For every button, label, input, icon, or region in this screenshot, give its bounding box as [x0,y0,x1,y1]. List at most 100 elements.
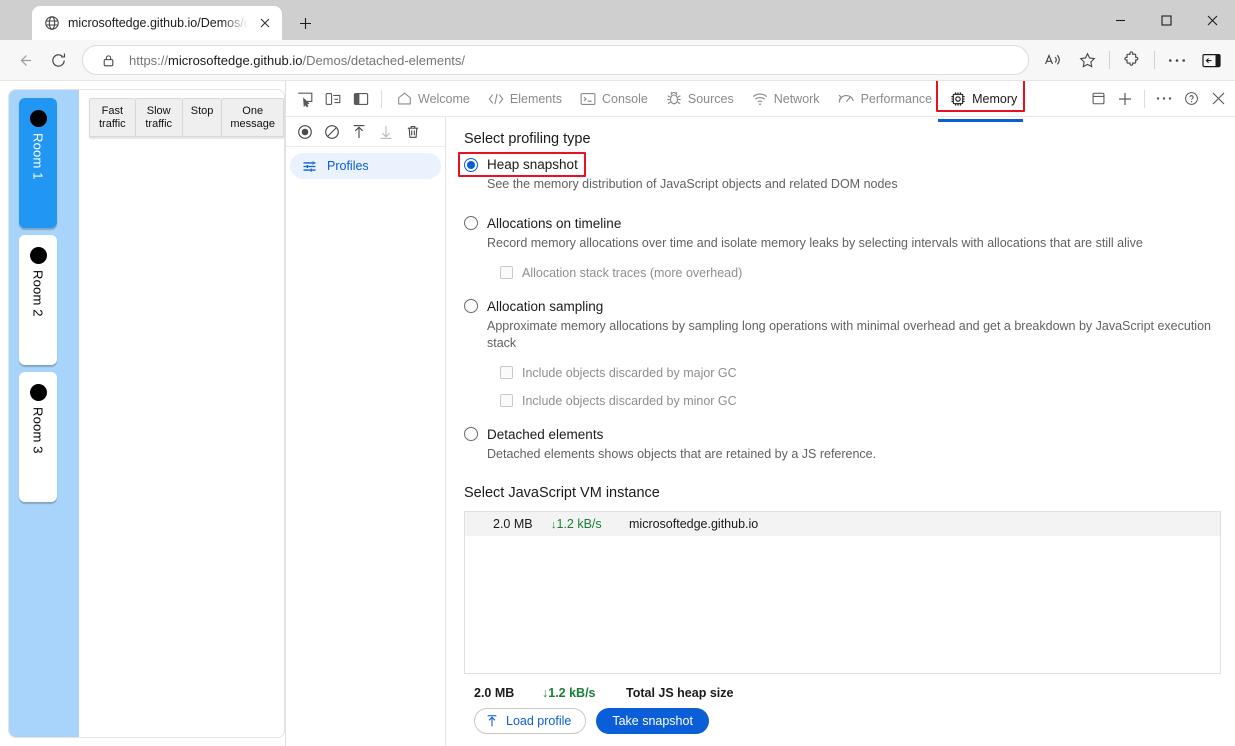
option-description: Record memory allocations over time and … [487,235,1143,250]
vm-transfer-rate: ↓1.2 kB/s [551,517,629,531]
tab-label: Memory [972,91,1018,106]
room-status-dot-icon [29,247,47,264]
room-tab-3[interactable]: Room 3 [19,372,57,502]
close-devtools-icon[interactable] [1205,86,1231,112]
navigation-toolbar: https://microsoftedge.github.io/Demos/de… [0,40,1235,80]
window-controls [1097,0,1235,40]
room-tab-2[interactable]: Room 2 [19,235,57,365]
inspect-cookies-icon[interactable] [1085,86,1111,112]
option-detached-elements[interactable]: Detached elements Detached elements show… [464,427,1221,463]
fast-traffic-button[interactable]: Fast traffic [89,98,135,138]
add-panel-plus-icon[interactable] [1112,86,1138,112]
vm-instance-row[interactable]: 2.0 MB ↓1.2 kB/s microsoftedge.github.io [465,512,1220,537]
tab-performance[interactable]: Performance [830,85,941,113]
option-row[interactable]: Detached elements [464,427,1221,442]
room-tab-label: Room 1 [30,133,46,180]
option-allocation-sampling[interactable]: Allocation sampling Approximate memory a… [464,299,1221,408]
device-toolbar-icon[interactable] [320,86,346,112]
memory-panel: Profiles Select profiling type Heap snap… [286,117,1235,746]
tab-welcome[interactable]: Welcome [389,85,478,113]
console-terminal-icon [580,92,596,106]
tab-sources[interactable]: Sources [658,85,742,113]
room-status-dot-icon [29,384,47,401]
code-brackets-icon [488,92,504,106]
suboption-major-gc[interactable]: Include objects discarded by major GC [500,366,1221,380]
checkbox-major-gc[interactable] [500,366,513,379]
devtools-panel: Welcome Elements Console Sources Network… [285,81,1235,746]
extensions-puzzle-icon[interactable] [1116,44,1148,76]
toolbar-right [1037,44,1227,76]
help-question-icon[interactable] [1178,86,1204,112]
slow-traffic-button[interactable]: Slow traffic [134,98,182,138]
lock-icon [95,47,121,73]
tab-label: Sources [687,91,734,106]
home-icon [397,91,412,106]
room-tab-1[interactable]: Room 1 [19,98,57,228]
option-allocations-on-timeline[interactable]: Allocations on timeline Record memory al… [464,216,1221,280]
memory-content: Select profiling type Heap snapshot See … [446,117,1235,746]
minimize-icon[interactable] [1097,0,1143,40]
delete-profile-icon[interactable] [402,121,424,143]
toolbar-divider [1109,51,1110,69]
checkbox-allocation-stack-traces[interactable] [500,266,513,280]
more-tools-ellipsis-icon[interactable] [1151,86,1177,112]
devtools-tab-bar: Welcome Elements Console Sources Network… [286,81,1235,122]
sidebar-panel-icon[interactable] [1195,44,1227,76]
radio-allocation-sampling[interactable] [464,299,478,314]
option-row[interactable]: Heap snapshot [458,152,1221,177]
url-host: microsoftedge.github.io [168,52,303,68]
read-aloud-icon[interactable] [1037,44,1069,76]
reload-icon[interactable] [42,44,74,76]
room-tab-list: Room 1 Room 2 Room 3 [9,90,79,737]
tab-label: Elements [509,91,562,106]
memory-action-buttons: Load profile Take snapshot [464,708,1221,734]
star-icon[interactable] [1071,44,1103,76]
one-message-button[interactable]: One message [221,98,284,138]
option-row[interactable]: Allocations on timeline [464,216,1221,231]
save-profile-icon [375,121,397,143]
radio-heap-snapshot[interactable] [464,157,478,172]
option-description: See the memory distribution of JavaScrip… [487,177,898,191]
browser-tab[interactable]: microsoftedge.github.io/Demos/d [32,6,282,40]
back-arrow-icon[interactable] [8,44,40,76]
upload-arrow-icon [485,714,499,728]
vm-instance-list: 2.0 MB ↓1.2 kB/s microsoftedge.github.io [464,511,1221,675]
suboption-label: Allocation stack traces (more overhead) [522,265,743,280]
close-icon[interactable] [1189,0,1235,40]
option-heap-snapshot[interactable]: Heap snapshot See the memory distributio… [458,152,1221,193]
dock-side-icon[interactable] [348,86,374,112]
option-row[interactable]: Allocation sampling [464,299,1221,314]
tab-memory[interactable]: Memory [942,85,1025,113]
radio-detached-elements[interactable] [464,427,478,441]
memory-sidebar-list: Profiles [286,147,445,746]
suboption-allocation-stack-traces[interactable]: Allocation stack traces (more overhead) [500,266,1221,280]
tab-console[interactable]: Console [572,85,656,113]
address-bar[interactable]: https://microsoftedge.github.io/Demos/de… [82,45,1029,75]
stop-button[interactable]: Stop [181,98,222,138]
load-profile-button[interactable]: Load profile [474,708,587,734]
load-profile-icon[interactable] [348,121,370,143]
checkbox-minor-gc[interactable] [500,394,513,407]
vm-instance-title: Select JavaScript VM instance [464,485,660,502]
total-heap-size-value: 2.0 MB [474,686,515,700]
memory-scroll-area: Select profiling type Heap snapshot See … [446,131,1235,678]
new-tab-button[interactable] [290,8,320,38]
content-area: Room 1 Room 2 Room 3 Fast traffic Slow t… [0,80,1235,746]
total-heap-size-label: Total JS heap size [626,686,734,700]
option-description: Approximate memory allocations by sampli… [487,318,1211,350]
clear-icon[interactable] [321,121,343,143]
option-description: Detached elements shows objects that are… [487,446,877,461]
tab-close-icon[interactable] [256,14,274,32]
record-icon[interactable] [294,121,316,143]
tab-network[interactable]: Network [744,85,828,113]
inspect-element-icon[interactable] [292,86,318,112]
more-ellipsis-icon[interactable] [1161,44,1193,76]
take-snapshot-button[interactable]: Take snapshot [596,708,709,734]
maximize-icon[interactable] [1143,0,1189,40]
sidebar-item-profiles[interactable]: Profiles [290,153,441,179]
tab-elements[interactable]: Elements [480,85,570,113]
toolbar-divider [381,89,382,108]
suboption-minor-gc[interactable]: Include objects discarded by minor GC [500,394,1221,408]
radio-allocations-on-timeline[interactable] [464,216,478,231]
